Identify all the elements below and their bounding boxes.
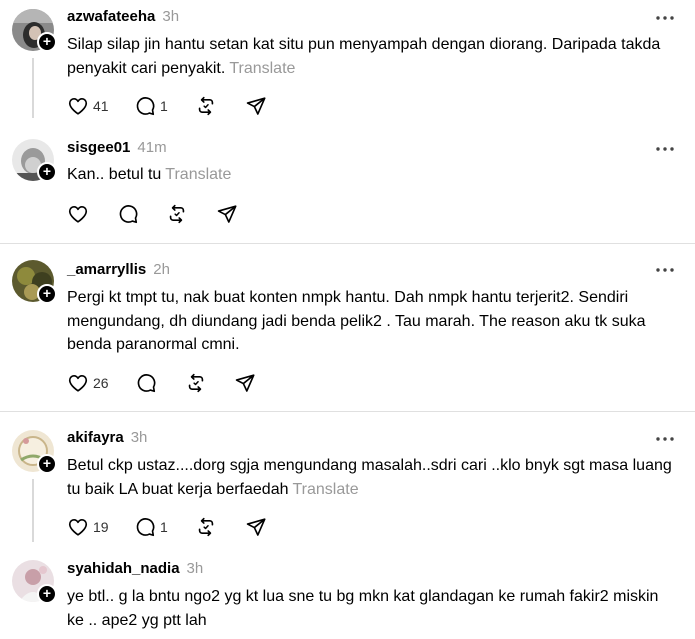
post-body: Silap silap jin hantu setan kat situ pun…: [67, 36, 661, 77]
like-button[interactable]: 41: [67, 94, 109, 118]
post-body: Betul ckp ustaz....dorg sgja mengundang …: [67, 457, 672, 498]
send-icon: [245, 95, 267, 117]
reply-button[interactable]: 1: [134, 515, 168, 539]
reply-button[interactable]: 1: [134, 94, 168, 118]
post-text: Betul ckp ustaz....dorg sgja mengundang …: [67, 454, 677, 501]
heart-icon: [67, 372, 89, 394]
post-header: _amarryllis 2h: [67, 260, 170, 280]
comment-icon: [134, 516, 156, 538]
like-button[interactable]: [67, 202, 89, 226]
repost-button[interactable]: [185, 371, 207, 395]
follow-plus-icon[interactable]: +: [37, 162, 57, 182]
share-button[interactable]: [245, 515, 267, 539]
heart-icon: [67, 516, 89, 538]
repost-icon: [195, 516, 217, 538]
like-count: 26: [93, 375, 109, 391]
thread-post: + akifayra 3h Betul ckp ustaz....dorg sgj…: [0, 412, 695, 545]
repost-button[interactable]: [166, 202, 188, 226]
heart-icon: [67, 203, 89, 225]
comment-icon: [117, 203, 139, 225]
more-horizontal-icon[interactable]: [655, 8, 675, 28]
like-button[interactable]: 19: [67, 515, 109, 539]
thread-post: + azwafateeha 3h Silap silap jin hantu se…: [0, 0, 695, 130]
translate-link[interactable]: Translate: [229, 60, 295, 77]
send-icon: [234, 372, 256, 394]
username[interactable]: syahidah_nadia: [67, 560, 180, 577]
repost-icon: [185, 372, 207, 394]
more-horizontal-icon[interactable]: [655, 260, 675, 280]
post-text: ye btl.. g la bntu ngo2 yg kt lua sne tu…: [67, 585, 677, 632]
follow-plus-icon[interactable]: +: [37, 284, 57, 304]
send-icon: [216, 203, 238, 225]
translate-link[interactable]: Translate: [165, 166, 231, 183]
post-header: akifayra 3h: [67, 428, 147, 448]
timestamp[interactable]: 3h: [131, 429, 148, 446]
follow-plus-icon[interactable]: +: [37, 584, 57, 604]
like-count: 41: [93, 98, 109, 114]
follow-plus-icon[interactable]: +: [37, 454, 57, 474]
post-header: syahidah_nadia 3h: [67, 559, 203, 579]
username[interactable]: akifayra: [67, 429, 124, 446]
timestamp[interactable]: 2h: [153, 261, 170, 278]
comment-icon: [135, 372, 157, 394]
reply-count: 1: [160, 519, 168, 535]
thread-post: + syahidah_nadia 3h ye btl.. g la bntu ng…: [0, 545, 695, 639]
timestamp[interactable]: 41m: [137, 139, 166, 156]
username[interactable]: sisgee01: [67, 139, 130, 156]
post-body: Kan.. betul tu: [67, 166, 162, 183]
repost-button[interactable]: [195, 94, 217, 118]
reply-button[interactable]: [135, 371, 157, 395]
like-count: 19: [93, 519, 109, 535]
thread-post: + _amarryllis 2h Pergi kt tmpt tu, nak bu…: [0, 244, 695, 411]
timestamp[interactable]: 3h: [187, 560, 204, 577]
repost-button[interactable]: [195, 515, 217, 539]
post-body: ye btl.. g la bntu ngo2 yg kt lua sne tu…: [67, 588, 659, 629]
post-text: Silap silap jin hantu setan kat situ pun…: [67, 33, 677, 80]
share-button[interactable]: [234, 371, 256, 395]
reply-count: 1: [160, 98, 168, 114]
post-body: Pergi kt tmpt tu, nak buat konten nmpk h…: [67, 289, 646, 353]
like-button[interactable]: 26: [67, 371, 109, 395]
send-icon: [245, 516, 267, 538]
reply-button[interactable]: [117, 202, 139, 226]
post-text: Pergi kt tmpt tu, nak buat konten nmpk h…: [67, 286, 677, 357]
more-horizontal-icon[interactable]: [655, 139, 675, 159]
translate-link[interactable]: Translate: [293, 481, 359, 498]
thread-post: + sisgee01 41m Kan.. betul tu Translate: [0, 130, 695, 243]
share-button[interactable]: [245, 94, 267, 118]
more-horizontal-icon[interactable]: [655, 429, 675, 449]
timestamp[interactable]: 3h: [162, 8, 179, 25]
comment-icon: [134, 95, 156, 117]
post-text: Kan.. betul tu Translate: [67, 163, 677, 187]
thread-line: [32, 479, 34, 542]
share-button[interactable]: [216, 202, 238, 226]
username[interactable]: azwafateeha: [67, 8, 155, 25]
thread-line: [32, 58, 34, 118]
repost-icon: [166, 203, 188, 225]
heart-icon: [67, 95, 89, 117]
post-header: azwafateeha 3h: [67, 7, 179, 27]
username[interactable]: _amarryllis: [67, 261, 146, 278]
repost-icon: [195, 95, 217, 117]
post-header: sisgee01 41m: [67, 138, 167, 158]
follow-plus-icon[interactable]: +: [37, 32, 57, 52]
